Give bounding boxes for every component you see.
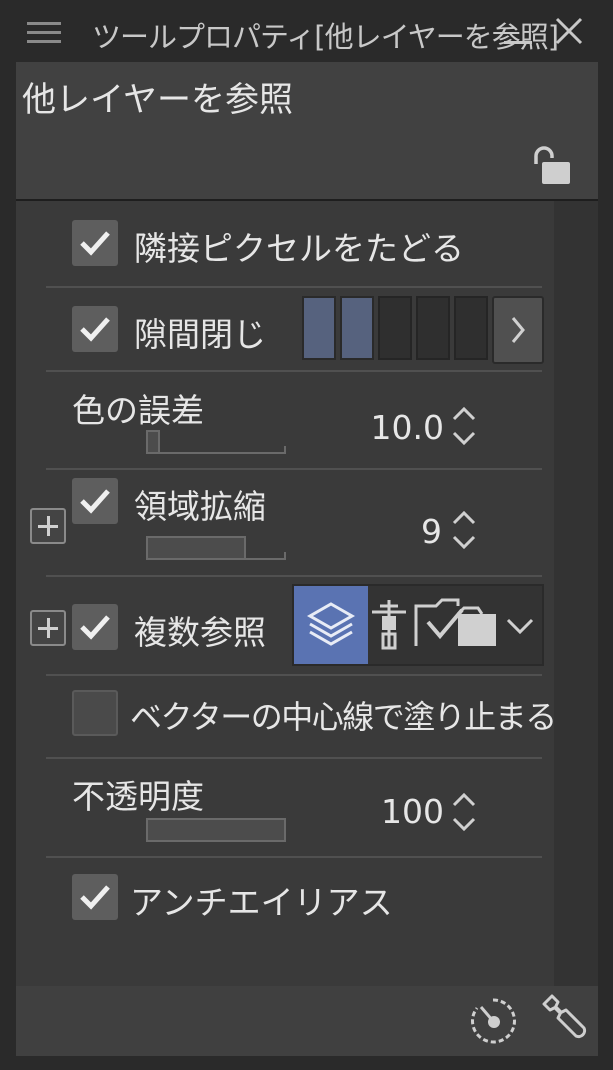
reference-selected-layers-button[interactable]	[414, 586, 498, 664]
close-gaps-level-1[interactable]	[302, 296, 336, 360]
slider-fill	[146, 818, 286, 842]
close-gaps-level-4[interactable]	[416, 296, 450, 360]
check-icon	[80, 317, 110, 342]
vector-centerline-checkbox[interactable]	[72, 690, 118, 736]
opacity-spinner[interactable]	[450, 790, 478, 834]
divider	[46, 856, 542, 858]
divider	[46, 575, 542, 577]
divider	[46, 674, 542, 676]
area-scaling-slider[interactable]	[146, 536, 286, 560]
close-gaps-more-button[interactable]	[492, 296, 544, 364]
reference-layer-icon	[372, 600, 406, 650]
area-scaling-expand-button[interactable]	[30, 508, 66, 544]
title-bar: ツールプロパティ[他レイヤーを参照]	[0, 0, 613, 62]
slider-fill	[146, 536, 246, 560]
check-icon	[80, 489, 110, 514]
bottom-toolbar	[16, 986, 598, 1056]
layers-icon	[306, 602, 356, 646]
color-margin-slider[interactable]	[146, 430, 286, 454]
lock-icon[interactable]	[530, 142, 576, 188]
area-scaling-spinner[interactable]	[450, 508, 478, 552]
reset-icon	[471, 998, 516, 1044]
scrollbar-track[interactable]	[554, 201, 598, 986]
opacity-label: 不透明度	[72, 777, 204, 816]
divider	[46, 286, 542, 288]
follow-adjacent-label: 隣接ピクセルをたどる	[134, 229, 464, 268]
reference-all-layers-button[interactable]	[294, 586, 368, 664]
multiple-referencing-label: 複数参照	[134, 613, 266, 652]
color-margin-spinner[interactable]	[450, 404, 478, 448]
divider	[46, 468, 542, 470]
reference-mode-dropdown[interactable]	[498, 586, 542, 664]
vector-centerline-label: ベクターの中心線で塗り止まる	[130, 698, 557, 736]
menu-icon[interactable]	[27, 22, 61, 44]
area-scaling-label: 領域拡縮	[134, 487, 266, 526]
multiple-referencing-expand-button[interactable]	[30, 610, 66, 646]
tool-header: 他レイヤーを参照	[16, 62, 598, 201]
reference-mode-selector	[292, 584, 544, 666]
color-margin-value[interactable]: 10.0	[340, 408, 444, 447]
close-gaps-level-3[interactable]	[378, 296, 412, 360]
tool-name: 他レイヤーを参照	[22, 80, 293, 120]
close-gaps-level-2[interactable]	[340, 296, 374, 360]
follow-adjacent-checkbox[interactable]	[72, 220, 118, 266]
area-scaling-checkbox[interactable]	[72, 478, 118, 524]
color-margin-label: 色の誤差	[72, 391, 204, 430]
chevron-right-icon	[511, 317, 525, 343]
antialiasing-checkbox[interactable]	[72, 874, 118, 920]
close-button[interactable]	[552, 12, 586, 48]
up-down-chevron-icon	[452, 792, 476, 832]
close-gaps-checkbox[interactable]	[72, 306, 118, 352]
opacity-slider[interactable]	[146, 818, 286, 842]
close-gaps-level-5[interactable]	[454, 296, 488, 360]
window-title: ツールプロパティ[他レイヤーを参照]	[92, 20, 559, 54]
check-icon	[80, 885, 110, 910]
minimize-button[interactable]	[502, 14, 534, 48]
close-gaps-label: 隙間閉じ	[134, 315, 266, 354]
wrench-icon	[542, 994, 587, 1039]
sub-tool-detail-button[interactable]	[538, 994, 590, 1048]
up-down-chevron-icon	[452, 510, 476, 550]
antialiasing-label: アンチエイリアス	[130, 883, 393, 922]
check-icon	[80, 231, 110, 256]
multiple-referencing-checkbox[interactable]	[72, 604, 118, 650]
chevron-down-icon	[506, 618, 534, 635]
divider	[46, 370, 542, 372]
divider	[46, 757, 542, 759]
folder-check-icon	[414, 598, 496, 646]
close-icon	[555, 17, 583, 45]
up-down-chevron-icon	[452, 406, 476, 446]
reference-layer-button[interactable]	[368, 586, 414, 664]
slider-fill	[146, 430, 160, 454]
reset-to-initial-button[interactable]	[468, 996, 518, 1046]
opacity-value[interactable]: 100	[360, 792, 444, 831]
check-icon	[80, 615, 110, 640]
area-scaling-value[interactable]: 9	[380, 512, 442, 551]
